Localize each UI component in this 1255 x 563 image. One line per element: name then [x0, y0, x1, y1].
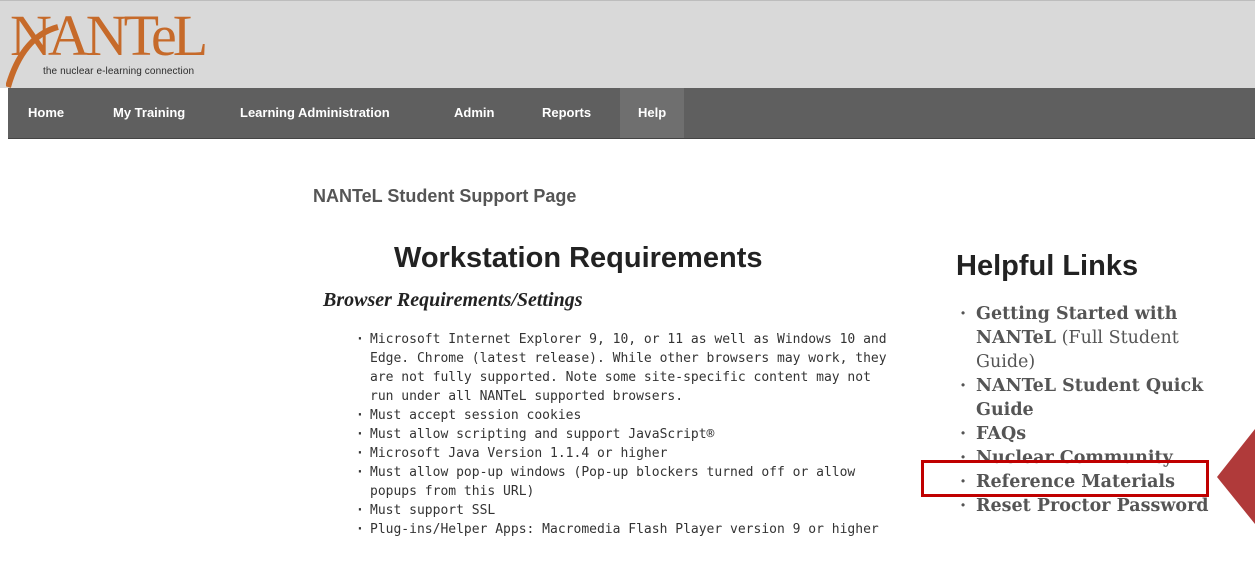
reset-proctor-password-link[interactable]: Reset Proctor Password: [976, 496, 1209, 516]
list-item: Plug-ins/Helper Apps: Macromedia Flash P…: [352, 520, 902, 539]
nav-reports[interactable]: Reports: [542, 88, 591, 138]
reference-materials-highlight: [921, 460, 1209, 497]
nav-home[interactable]: Home: [28, 88, 64, 138]
link-item: NANTeL Student Quick Guide: [956, 374, 1211, 422]
list-item: Must support SSL: [352, 501, 902, 520]
link-item: FAQs: [956, 422, 1211, 446]
quick-guide-link[interactable]: NANTeL Student Quick Guide: [976, 376, 1203, 420]
nav-my-training[interactable]: My Training: [113, 88, 185, 138]
link-item: Getting Started with NANTeL (Full Studen…: [956, 302, 1211, 374]
list-item: Must allow scripting and support JavaScr…: [352, 425, 902, 444]
workstation-requirements-heading: Workstation Requirements: [394, 242, 763, 274]
logo-tagline: the nuclear e-learning connection: [43, 66, 195, 77]
browser-requirements-heading: Browser Requirements/Settings: [323, 289, 583, 311]
link-item: Reset Proctor Password: [956, 494, 1211, 518]
nav-admin[interactable]: Admin: [454, 88, 494, 138]
logo-text: NANTeL: [10, 3, 208, 68]
page-title: NANTeL Student Support Page: [313, 186, 577, 206]
list-item: Microsoft Internet Explorer 9, 10, or 11…: [352, 330, 902, 406]
requirements-list: Microsoft Internet Explorer 9, 10, or 11…: [352, 330, 902, 539]
nav-learning-administration[interactable]: Learning Administration: [240, 88, 390, 138]
main-nav: Home My Training Learning Administration…: [8, 88, 1255, 139]
list-item: Microsoft Java Version 1.1.4 or higher: [352, 444, 902, 463]
list-item: Must accept session cookies: [352, 406, 902, 425]
list-item: Must allow pop-up windows (Pop-up blocke…: [352, 463, 902, 501]
faqs-link[interactable]: FAQs: [976, 424, 1026, 444]
nav-help[interactable]: Help: [620, 88, 685, 138]
site-header: NANTeL the nuclear e-learning connection: [0, 0, 1255, 88]
pointer-arrow-icon: [1217, 429, 1255, 524]
helpful-links-heading: Helpful Links: [956, 250, 1139, 282]
nantel-logo[interactable]: NANTeL the nuclear e-learning connection: [6, 3, 251, 88]
